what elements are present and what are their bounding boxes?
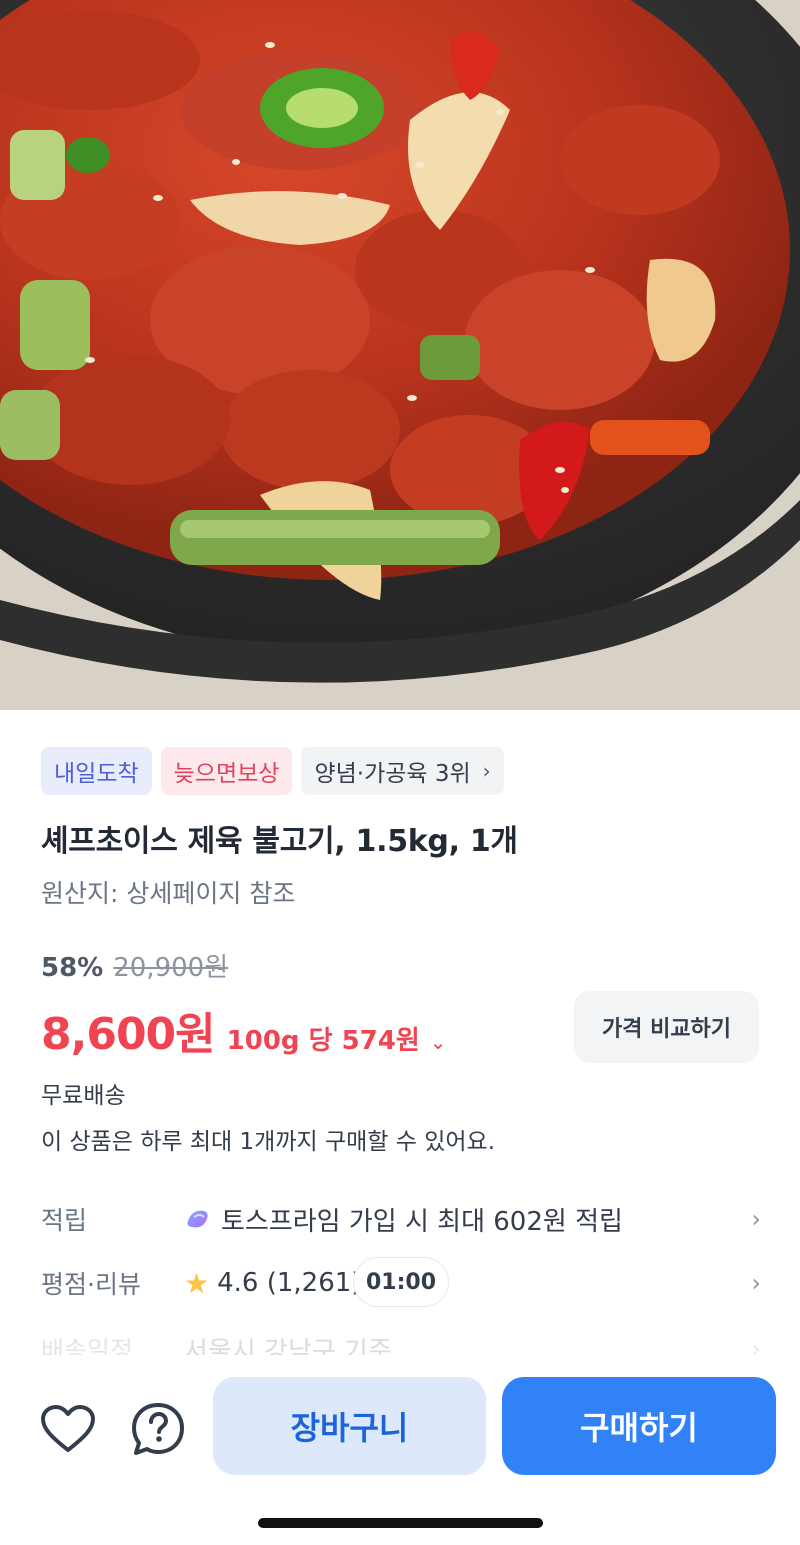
question-bubble-icon	[132, 1403, 184, 1455]
home-indicator	[258, 1518, 543, 1528]
category-rank-label: 양념·가공육 3위	[314, 761, 471, 787]
rating-label: 평점·리뷰	[41, 1270, 141, 1299]
unit-price[interactable]: 100g 당 574원	[227, 1020, 420, 1057]
star-icon: ★	[184, 1266, 210, 1300]
product-origin: 원산지: 상세페이지 참조	[41, 879, 296, 908]
rating-value: 4.6 (1,261)	[217, 1268, 362, 1298]
product-title: 셰프초이스 제육 불고기, 1.5kg, 1개	[41, 824, 518, 859]
points-value: 토스프라임 가입 시 최대 602원 적립	[221, 1206, 623, 1237]
price-row: 8,600원 100g 당 574원 ⌄	[41, 998, 447, 1062]
chevron-right-icon: ›	[751, 1269, 761, 1297]
purchase-limit-text: 이 상품은 하루 최대 1개까지 구매할 수 있어요.	[41, 1129, 496, 1155]
add-to-cart-button[interactable]: 장바구니	[213, 1377, 486, 1475]
inquiry-button[interactable]	[129, 1400, 187, 1458]
buy-now-button[interactable]: 구매하기	[502, 1377, 776, 1475]
free-shipping-text: 무료배송	[41, 1083, 126, 1109]
sale-price: 8,600원	[41, 1009, 216, 1060]
points-label: 적립	[41, 1206, 88, 1235]
toss-prime-icon	[187, 1210, 208, 1228]
discount-row: 58% 20,900원	[41, 947, 228, 984]
chevron-down-icon[interactable]: ⌄	[430, 1030, 447, 1054]
category-rank-badge[interactable]: 양념·가공육 3위 ›	[301, 747, 504, 795]
discount-rate: 58%	[41, 953, 104, 983]
timer-pill: 01:00	[353, 1257, 449, 1307]
original-price: 20,900원	[113, 953, 229, 983]
bottom-action-bar: 장바구니 구매하기	[0, 1355, 800, 1545]
points-row[interactable]: 적립 토스프라임 가입 시 최대 602원 적립 ›	[41, 1194, 761, 1244]
tomorrow-delivery-badge: 내일도착	[41, 747, 152, 795]
chevron-right-icon: ›	[482, 759, 491, 783]
product-image[interactable]	[0, 0, 800, 710]
rating-value-wrap: ★ 4.6 (1,261)	[184, 1267, 761, 1300]
price-compare-button[interactable]: 가격 비교하기	[574, 991, 759, 1063]
heart-icon	[41, 1405, 95, 1452]
points-value-wrap: 토스프라임 가입 시 최대 602원 적립	[184, 1201, 761, 1238]
late-compensation-badge: 늦으면보상	[160, 747, 293, 795]
badge-row: 내일도착 늦으면보상 양념·가공육 3위 ›	[41, 747, 504, 795]
chevron-right-icon: ›	[751, 1205, 761, 1233]
wishlist-button[interactable]	[39, 1400, 97, 1458]
